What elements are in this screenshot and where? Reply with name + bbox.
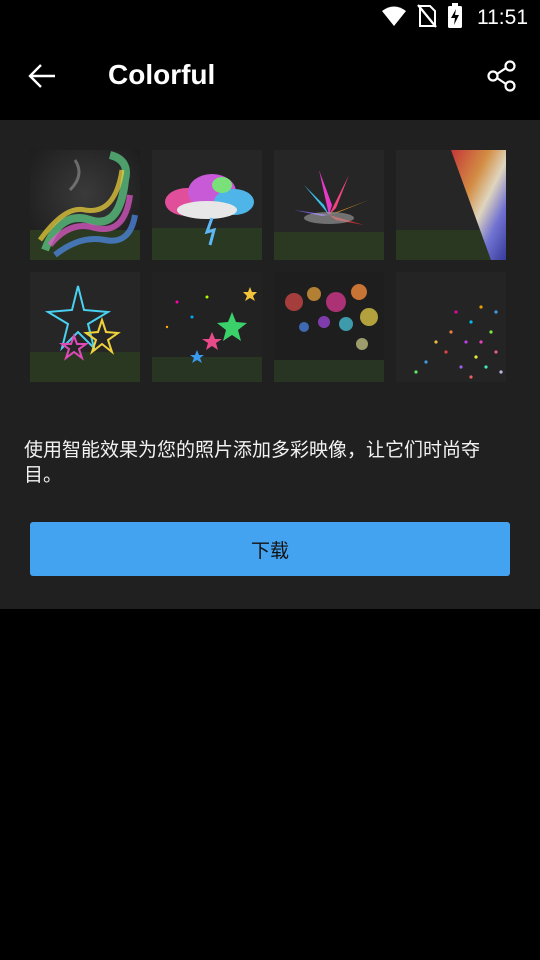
thumbnail-neon-stars[interactable] <box>30 272 140 382</box>
share-button[interactable] <box>478 54 526 102</box>
thumbnail-grid <box>30 150 506 382</box>
wifi-icon <box>381 5 407 31</box>
app-bar: Colorful <box>0 36 540 120</box>
thumbnail-color-burst[interactable] <box>274 150 384 260</box>
effect-card: 使用智能效果为您的照片添加多彩映像，让它们时尚夺目。 下载 <box>0 120 540 609</box>
thumbnail-glitter[interactable] <box>396 272 506 382</box>
battery-charging-icon <box>447 3 463 33</box>
download-button[interactable]: 下载 <box>30 522 510 576</box>
effect-description: 使用智能效果为您的照片添加多彩映像，让它们时尚夺目。 <box>24 439 481 486</box>
no-sim-icon <box>417 4 437 32</box>
page-title: Colorful <box>108 59 216 90</box>
thumbnail-light-leak[interactable] <box>396 150 506 260</box>
back-button[interactable] <box>18 54 66 102</box>
arrow-left-icon <box>27 63 57 93</box>
status-icons: 11:51 <box>381 3 528 33</box>
thumbnail-bokeh-lights[interactable] <box>274 272 384 382</box>
thumbnail-colorful-stars[interactable] <box>152 272 262 382</box>
status-bar: 11:51 <box>0 0 540 36</box>
share-icon <box>487 60 517 96</box>
thumbnail-rainbow-smoke[interactable] <box>30 150 140 260</box>
status-time: 11:51 <box>477 6 528 29</box>
thumbnail-rainbow-cloud[interactable] <box>152 150 262 260</box>
